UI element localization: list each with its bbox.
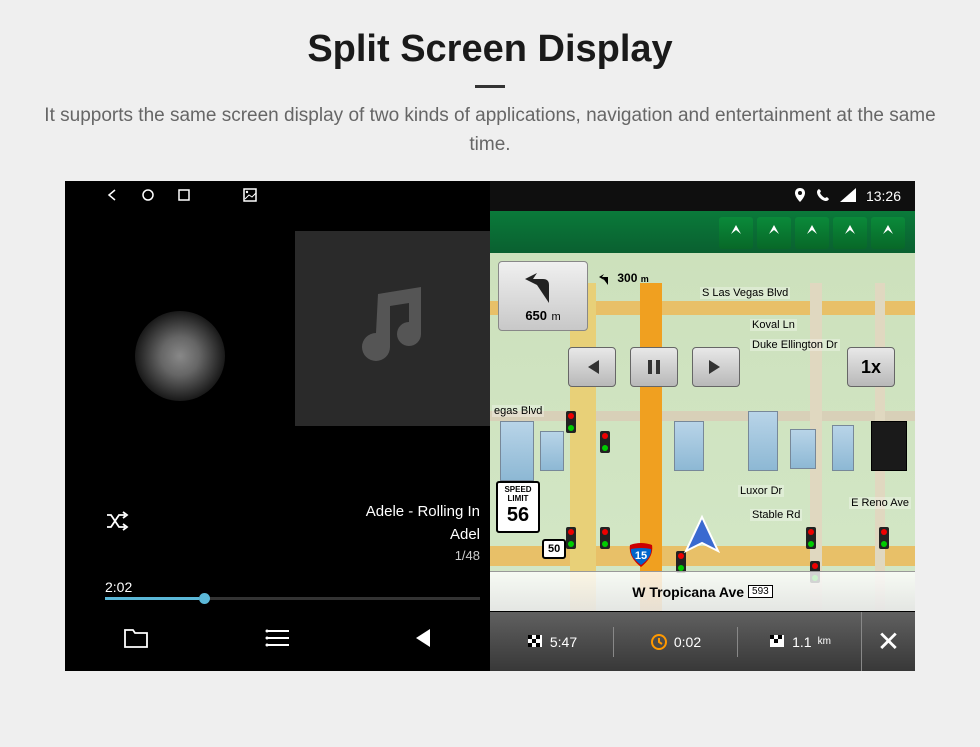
music-bottom-bar: [65, 611, 490, 671]
title-divider: [475, 85, 505, 88]
next-distance-value: 300: [617, 271, 637, 285]
current-road-bar: W Tropicana Ave 593: [490, 571, 915, 611]
close-button[interactable]: ✕: [861, 612, 915, 671]
turn-distance-unit: m: [551, 311, 560, 323]
speed-limit-label: SPEED LIMIT: [498, 485, 538, 503]
home-icon[interactable]: [141, 188, 155, 205]
track-info: Adele - Rolling In Adel 1/48: [366, 501, 480, 566]
sim-pause-button[interactable]: [630, 347, 678, 387]
sim-playback-controls: 1x: [568, 347, 895, 387]
sim-prev-button[interactable]: [568, 347, 616, 387]
previous-track-icon[interactable]: [408, 627, 432, 655]
track-index: 1/48: [366, 546, 480, 566]
flag-icon: [768, 633, 786, 651]
road-label: S Las Vegas Blvd: [700, 287, 790, 299]
trip-info-bar: 5:47 0:02 1.1 km ✕: [490, 611, 915, 671]
lane-arrow-icon: [871, 217, 905, 249]
road-number-badge: 593: [748, 585, 773, 598]
sim-speed-button[interactable]: 1x: [847, 347, 895, 387]
wifi-icon: [840, 188, 856, 205]
navigation-panel: S Las Vegas Blvd Koval Ln Duke Ellington…: [490, 181, 915, 671]
lane-arrow-icon: [757, 217, 791, 249]
device-frame: 13:26 Adele - Rolling In Adel 1/48 2:02: [65, 181, 915, 671]
svg-text:15: 15: [635, 550, 647, 562]
next-distance-unit: m: [641, 274, 649, 284]
recents-icon[interactable]: [177, 188, 191, 205]
lane-arrow-icon: [719, 217, 753, 249]
flag-icon: [526, 633, 544, 651]
road-label: E Reno Ave: [849, 497, 911, 509]
trip-eta: 5:47: [490, 633, 613, 651]
lane-arrow-icon: [833, 217, 867, 249]
current-road-name: W Tropicana Ave: [632, 584, 744, 600]
next-turn-icon: [598, 271, 614, 287]
back-icon[interactable]: [105, 188, 119, 205]
interstate-shield-icon: 15: [628, 541, 654, 567]
folder-icon[interactable]: [123, 627, 149, 655]
album-art-placeholder: [295, 231, 490, 426]
clock-icon: [650, 633, 668, 651]
clock-time: 13:26: [866, 188, 901, 204]
music-note-icon: [343, 279, 443, 379]
seek-bar[interactable]: [105, 597, 480, 600]
status-bar: 13:26: [65, 181, 915, 211]
road-label: Koval Ln: [750, 319, 797, 331]
shuffle-icon[interactable]: [105, 515, 129, 535]
music-player-panel: Adele - Rolling In Adel 1/48 2:02: [65, 181, 490, 671]
track-title: Adele - Rolling In: [366, 501, 480, 524]
picture-icon[interactable]: [243, 188, 257, 205]
radial-control-button[interactable]: [135, 311, 225, 401]
speed-limit-value: 56: [498, 505, 538, 525]
playlist-icon[interactable]: [265, 628, 291, 654]
road-label: Luxor Dr: [738, 485, 784, 497]
navigation-cursor-icon: [680, 513, 724, 557]
turn-distance-value: 650: [525, 308, 547, 323]
phone-icon: [816, 188, 830, 205]
page-subtitle: It supports the same screen display of t…: [30, 102, 950, 159]
elapsed-time: 2:02: [105, 579, 480, 595]
speed-limit-sign: SPEED LIMIT 56: [496, 481, 540, 533]
android-nav-buttons: [65, 181, 490, 211]
road-label: Stable Rd: [750, 509, 802, 521]
lane-arrow-icon: [795, 217, 829, 249]
turn-instruction-panel: 650 m: [498, 261, 588, 331]
trip-distance: 1.1 km: [738, 633, 861, 651]
page-title: Split Screen Display: [0, 28, 980, 71]
sim-next-button[interactable]: [692, 347, 740, 387]
track-artist: Adel: [366, 524, 480, 547]
road-label: egas Blvd: [492, 405, 544, 417]
route-shield: 50: [542, 539, 566, 559]
location-icon: [794, 188, 806, 205]
trip-time: 0:02: [614, 633, 737, 651]
turn-left-icon: [523, 267, 563, 307]
progress-area: 2:02: [105, 579, 480, 600]
